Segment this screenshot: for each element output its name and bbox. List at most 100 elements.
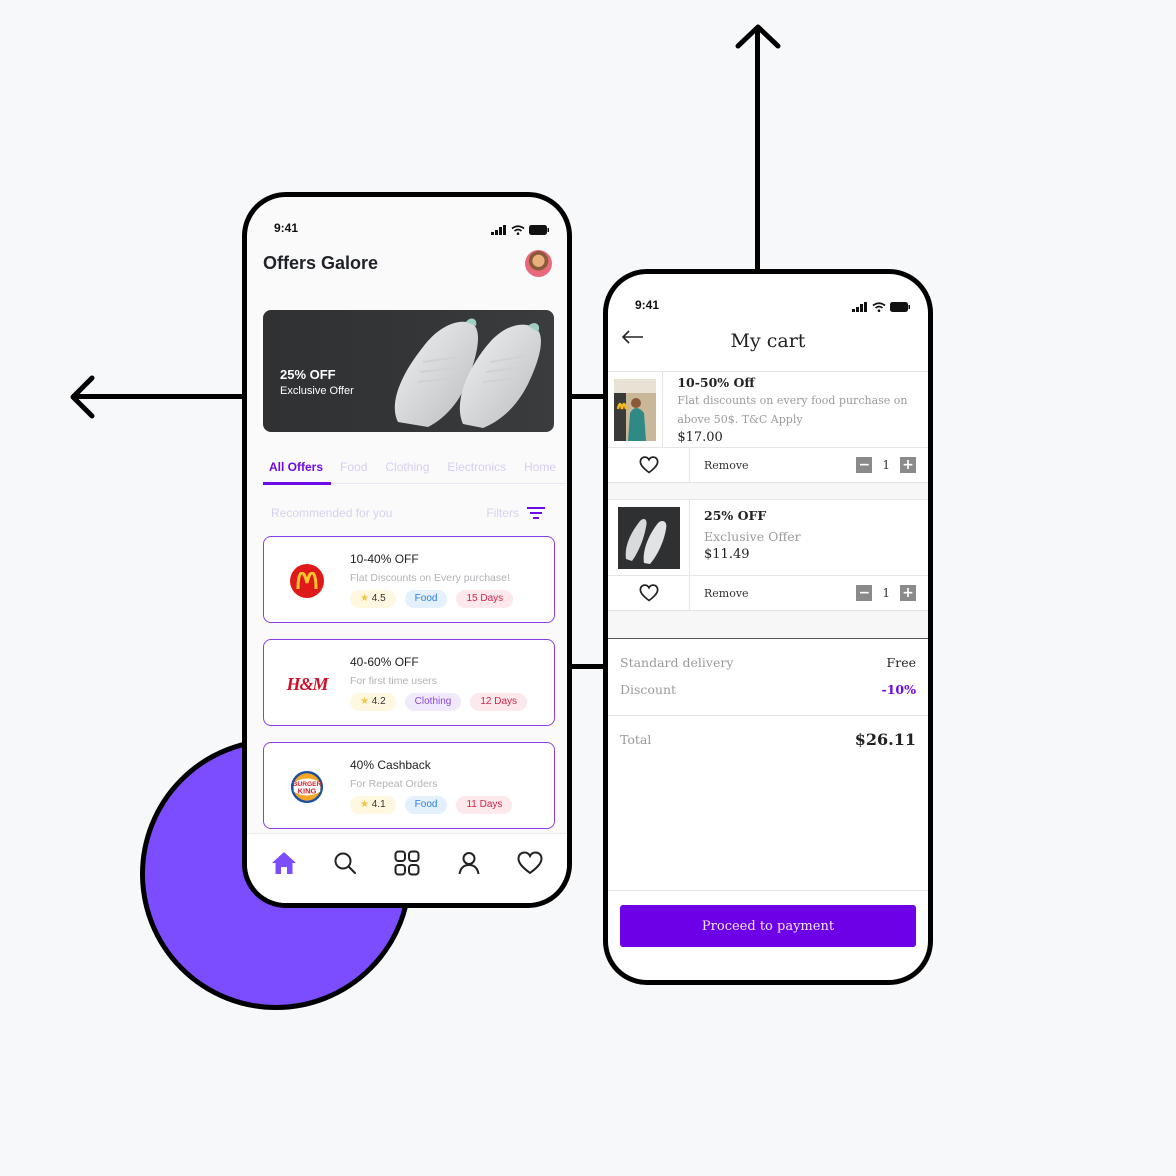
status-bar: 9:41 xyxy=(608,274,928,314)
burger-king-logo: BURGER KING xyxy=(290,770,324,804)
order-summary: Standard delivery Free Discount -10% xyxy=(608,639,928,716)
rating-chip: ★ 4.2 xyxy=(350,693,396,711)
rating-value: 4.1 xyxy=(371,799,386,810)
category-chip: Food xyxy=(404,796,448,814)
offer-card[interactable]: H&M 40-60% OFF For first time users ★ 4.… xyxy=(263,639,555,726)
offer-card[interactable]: 10-40% OFF Flat Discounts on Every purch… xyxy=(263,536,555,623)
nav-home[interactable] xyxy=(267,846,301,880)
page-title: Offers Galore xyxy=(263,252,379,273)
heart-icon xyxy=(517,850,543,874)
remove-button[interactable]: Remove xyxy=(704,587,749,600)
hm-logo: H&M xyxy=(286,673,329,694)
signal-icon xyxy=(852,302,867,312)
filters-button[interactable]: Filters xyxy=(486,506,545,520)
cart-header: My cart xyxy=(608,314,928,372)
total-row: Total $26.11 xyxy=(608,730,928,749)
item-title: 10-50% Off xyxy=(677,375,755,390)
offer-title: 10-40% OFF xyxy=(350,552,419,566)
arrow-left-icon xyxy=(70,375,95,419)
item-price: $11.49 xyxy=(704,547,750,562)
days-chip: 15 Days xyxy=(456,590,514,608)
increment-button[interactable]: + xyxy=(900,585,916,601)
tab-clothing[interactable]: Clothing xyxy=(376,460,438,483)
wifi-icon xyxy=(872,302,886,312)
item-title: 25% OFF xyxy=(704,508,767,523)
offers-phone: 9:41 Offers Galore 25% OFF Exclusive Off… xyxy=(242,192,572,908)
quantity-stepper: − 1 + xyxy=(856,457,916,473)
arrow-up-icon xyxy=(735,24,781,49)
product-image xyxy=(614,378,657,441)
tab-all-offers[interactable]: All Offers xyxy=(263,460,332,485)
offer-description: For Repeat Orders xyxy=(350,778,438,790)
tab-home[interactable]: Home xyxy=(515,460,565,483)
item-description: Flat discounts on every food purchase on… xyxy=(677,394,908,426)
offer-description: Flat Discounts on Every purchase! xyxy=(350,572,510,584)
connector-line-left xyxy=(72,394,246,399)
category-chip: Clothing xyxy=(404,693,462,711)
promo-banner[interactable]: 25% OFF Exclusive Offer xyxy=(263,310,554,432)
offer-title: 40% Cashback xyxy=(350,758,431,772)
quantity-value: 1 xyxy=(882,458,890,472)
decrement-button[interactable]: − xyxy=(856,585,873,601)
cart-item: 10-50% Off Flat discounts on every food … xyxy=(608,372,928,483)
status-bar: 9:41 xyxy=(247,197,567,237)
grid-icon xyxy=(394,850,420,875)
nav-favorites[interactable] xyxy=(513,846,547,880)
battery-icon xyxy=(890,302,910,312)
divider xyxy=(608,715,928,716)
wishlist-button[interactable] xyxy=(608,448,690,482)
mcdonalds-logo xyxy=(290,564,324,598)
banner-subtitle: Exclusive Offer xyxy=(280,385,354,397)
discount-label: Discount xyxy=(620,682,677,697)
discount-value: -10% xyxy=(881,682,916,697)
bottom-nav xyxy=(247,833,567,903)
days-chip: 11 Days xyxy=(456,796,513,814)
heart-icon xyxy=(639,584,658,602)
connector-line-top xyxy=(568,394,608,399)
rating-chip: ★ 4.1 xyxy=(350,796,396,814)
wifi-icon xyxy=(511,225,525,235)
delivery-label: Standard delivery xyxy=(620,655,734,670)
nav-categories[interactable] xyxy=(390,846,424,880)
tab-food[interactable]: Food xyxy=(331,460,376,483)
star-icon: ★ xyxy=(360,799,369,810)
status-time: 9:41 xyxy=(635,298,660,312)
banner-title: 25% OFF xyxy=(280,367,336,382)
page-title: My cart xyxy=(730,330,806,352)
heart-icon xyxy=(639,456,658,474)
days-chip: 12 Days xyxy=(470,693,528,711)
decrement-button[interactable]: − xyxy=(856,457,873,473)
svg-text:KING: KING xyxy=(298,787,317,796)
offer-card[interactable]: BURGER KING 40% Cashback For Repeat Order… xyxy=(263,742,555,829)
item-description: Exclusive Offer xyxy=(704,529,801,544)
item-price: $17.00 xyxy=(677,430,723,445)
offer-description: For first time users xyxy=(350,675,437,687)
home-icon xyxy=(271,851,296,874)
divider xyxy=(608,611,928,639)
connector-line-up xyxy=(755,30,760,274)
filter-icon xyxy=(527,507,545,519)
star-icon: ★ xyxy=(360,593,369,604)
quantity-stepper: − 1 + xyxy=(856,585,916,601)
search-icon xyxy=(334,852,357,874)
offer-title: 40-60% OFF xyxy=(350,655,419,669)
avatar[interactable] xyxy=(525,249,552,277)
rating-value: 4.2 xyxy=(371,696,386,707)
wishlist-button[interactable] xyxy=(608,576,690,610)
category-tabs: All Offers Food Clothing Electronics Hom… xyxy=(263,460,567,485)
profile-icon xyxy=(458,851,480,874)
proceed-to-payment-button[interactable]: Proceed to payment xyxy=(620,905,916,947)
rating-chip: ★ 4.5 xyxy=(350,590,396,608)
sneakers-image xyxy=(394,318,541,428)
increment-button[interactable]: + xyxy=(900,457,916,473)
recommended-label: Recommended for you xyxy=(271,506,393,520)
tab-electronics[interactable]: Electronics xyxy=(438,460,515,483)
nav-search[interactable] xyxy=(328,846,362,880)
remove-button[interactable]: Remove xyxy=(704,459,749,472)
category-chip: Food xyxy=(404,590,448,608)
cart-item: 25% OFF Exclusive Offer $11.49 Remove − … xyxy=(608,499,928,611)
filters-label: Filters xyxy=(486,506,519,520)
product-image xyxy=(617,506,680,569)
nav-profile[interactable] xyxy=(452,846,486,880)
quantity-value: 1 xyxy=(882,586,890,600)
